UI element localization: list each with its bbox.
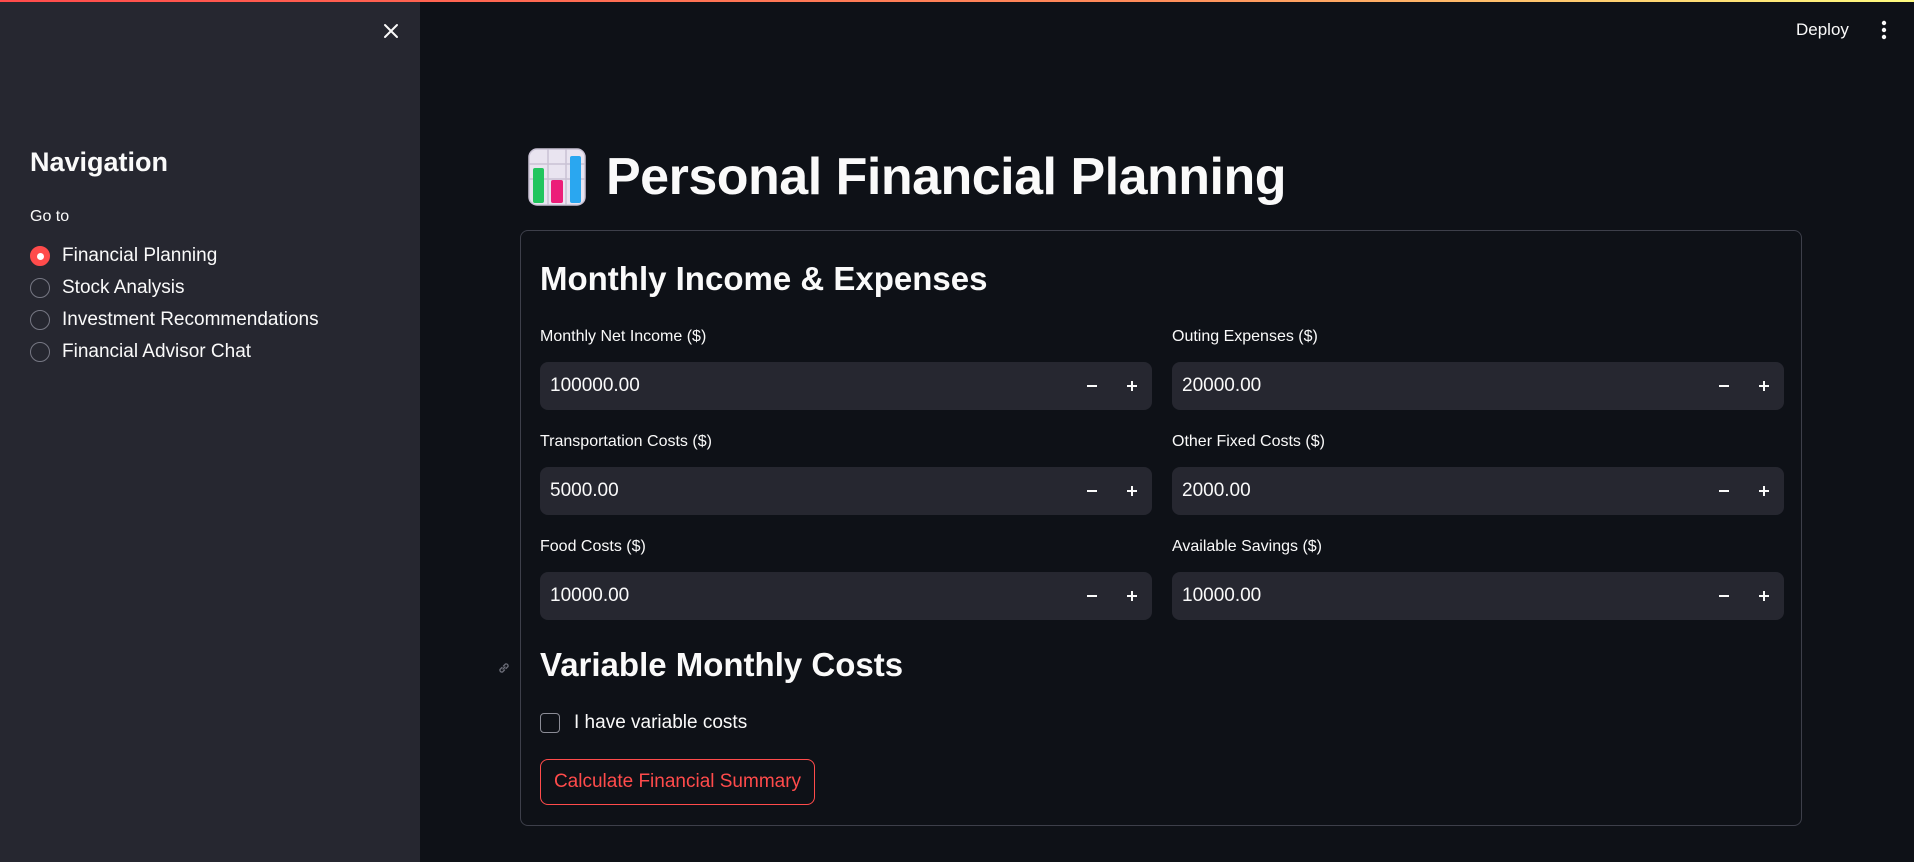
radio-option-label: Investment Recommendations	[62, 309, 319, 330]
number-input-box	[540, 572, 1152, 620]
anchor-link-button[interactable]	[492, 656, 516, 680]
bar-chart-emoji-icon	[528, 148, 586, 206]
financial-form-card	[520, 230, 1802, 826]
decrement-button[interactable]	[1704, 467, 1744, 515]
deploy-button[interactable]: Deploy	[1784, 16, 1861, 44]
vertical-dots-icon	[1881, 20, 1887, 40]
checkbox-label: I have variable costs	[574, 712, 748, 733]
plus-icon	[1759, 486, 1769, 496]
radio-button[interactable]	[30, 310, 50, 330]
field-label: Monthly Net Income ($)	[540, 328, 707, 345]
outing-expenses-field: Outing Expenses ($)	[1172, 326, 1784, 410]
field-label: Other Fixed Costs ($)	[1172, 433, 1325, 450]
transportation-costs-field: Transportation Costs ($)	[540, 431, 1152, 515]
minus-icon	[1087, 385, 1097, 387]
radio-button[interactable]	[30, 342, 50, 362]
field-label: Available Savings ($)	[1172, 538, 1323, 555]
transportation-costs-input[interactable]	[540, 467, 1072, 515]
minus-icon	[1719, 490, 1729, 492]
radio-option-label: Financial Advisor Chat	[62, 341, 252, 362]
plus-icon	[1127, 486, 1137, 496]
plus-icon	[1759, 591, 1769, 601]
close-sidebar-button[interactable]	[378, 18, 404, 44]
plus-icon	[1127, 591, 1137, 601]
food-costs-field: Food Costs ($)	[540, 536, 1152, 620]
radio-option-investment-recommendations[interactable]: Investment Recommendations	[30, 304, 319, 336]
radio-group-label: Go to	[30, 208, 70, 225]
radio-button[interactable]	[30, 278, 50, 298]
field-label: Outing Expenses ($)	[1172, 328, 1318, 345]
number-input-box	[1172, 572, 1784, 620]
minus-icon	[1087, 490, 1097, 492]
number-input-box	[1172, 362, 1784, 410]
decrement-button[interactable]	[1704, 362, 1744, 410]
plus-icon	[1127, 381, 1137, 391]
number-input-box	[540, 467, 1152, 515]
decrement-button[interactable]	[1072, 467, 1112, 515]
decrement-button[interactable]	[1072, 572, 1112, 620]
field-label: Transportation Costs ($)	[540, 433, 712, 450]
radio-option-label: Stock Analysis	[62, 277, 185, 298]
calculate-financial-summary-button[interactable]: Calculate Financial Summary	[540, 759, 815, 805]
page-title: Personal Financial Planning	[528, 144, 1287, 210]
navigation-radio-group: Financial Planning Stock Analysis Invest…	[30, 240, 319, 368]
number-input-box	[1172, 467, 1784, 515]
income-section-heading: Monthly Income & Expenses	[540, 260, 988, 297]
radio-option-stock-analysis[interactable]: Stock Analysis	[30, 272, 319, 304]
radio-button-selected[interactable]	[30, 246, 50, 266]
monthly-net-income-field: Monthly Net Income ($)	[540, 326, 1152, 410]
field-label: Food Costs ($)	[540, 538, 646, 555]
food-costs-input[interactable]	[540, 572, 1072, 620]
variable-costs-heading: Variable Monthly Costs	[540, 646, 904, 683]
minus-icon	[1719, 595, 1729, 597]
radio-option-label: Financial Planning	[62, 245, 218, 266]
available-savings-input[interactable]	[1172, 572, 1704, 620]
increment-button[interactable]	[1744, 572, 1784, 620]
page-title-text: Personal Financial Planning	[606, 148, 1287, 206]
increment-button[interactable]	[1744, 362, 1784, 410]
top-decoration-bar	[0, 0, 1914, 2]
increment-button[interactable]	[1112, 572, 1152, 620]
decrement-button[interactable]	[1704, 572, 1744, 620]
variable-costs-checkbox[interactable]	[540, 713, 560, 733]
increment-button[interactable]	[1744, 467, 1784, 515]
other-fixed-costs-field: Other Fixed Costs ($)	[1172, 431, 1784, 515]
number-input-box	[540, 362, 1152, 410]
variable-costs-checkbox-row[interactable]: I have variable costs	[540, 712, 747, 734]
radio-option-financial-planning[interactable]: Financial Planning	[30, 240, 319, 272]
other-fixed-costs-input[interactable]	[1172, 467, 1704, 515]
minus-icon	[1087, 595, 1097, 597]
decrement-button[interactable]	[1072, 362, 1112, 410]
sidebar: Navigation Go to Financial Planning Stoc…	[0, 0, 420, 862]
radio-option-financial-advisor-chat[interactable]: Financial Advisor Chat	[30, 336, 319, 368]
minus-icon	[1719, 385, 1729, 387]
plus-icon	[1759, 381, 1769, 391]
main-menu-button[interactable]	[1870, 14, 1898, 46]
increment-button[interactable]	[1112, 467, 1152, 515]
available-savings-field: Available Savings ($)	[1172, 536, 1784, 620]
close-icon	[384, 24, 398, 38]
monthly-net-income-input[interactable]	[540, 362, 1072, 410]
outing-expenses-input[interactable]	[1172, 362, 1704, 410]
sidebar-title: Navigation	[30, 147, 169, 177]
increment-button[interactable]	[1112, 362, 1152, 410]
link-icon	[499, 663, 509, 673]
